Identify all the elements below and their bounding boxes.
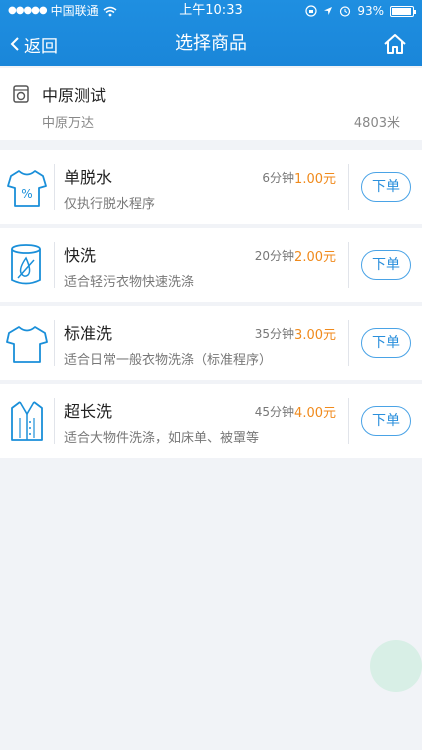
product-name: 标准洗: [64, 324, 113, 343]
list-item: % 单脱水 仅执行脱水程序 6分钟 1.00元 下单: [0, 150, 422, 224]
top-bar: ●●●●● 中国联通 上午10:33 93% 返回 选择商品: [0, 0, 422, 66]
status-bar: ●●●●● 中国联通 上午10:33 93%: [0, 0, 422, 22]
product-desc: 适合日常一般衣物洗涤（标准程序）: [64, 353, 273, 368]
product-desc: 适合大物件洗涤，如床单、被罩等: [64, 431, 260, 446]
product-time: 20分钟: [254, 249, 294, 263]
product-time: 45分钟: [254, 405, 294, 419]
list-item: 超长洗 适合大物件洗涤，如床单、被罩等 45分钟 4.00元 下单: [0, 384, 422, 458]
product-price: 3.00元: [294, 328, 336, 343]
order-button[interactable]: 下单: [361, 406, 411, 436]
product-price: 2.00元: [294, 250, 336, 265]
lock-rotation-icon: [305, 5, 317, 17]
navigation-bar: 返回 选择商品: [0, 22, 422, 66]
product-time: 35分钟: [254, 327, 294, 341]
product-name: 单脱水: [64, 168, 113, 187]
product-name: 快洗: [64, 246, 97, 265]
home-icon[interactable]: [382, 31, 408, 57]
alarm-icon: [340, 6, 351, 17]
product-price: 4.00元: [294, 406, 336, 421]
washing-machine-icon: [13, 85, 29, 103]
battery-percent: 93%: [357, 4, 384, 18]
store-distance: 4803米: [353, 116, 400, 131]
tshirt-percent-icon: %: [7, 170, 47, 207]
tshirt-icon: [6, 326, 48, 363]
store-card: 中原测试 中原万达 4803米: [0, 68, 422, 140]
list-item: 快洗 适合轻污衣物快速洗涤 20分钟 2.00元 下单: [0, 228, 422, 302]
drum-drop-icon: [11, 244, 41, 285]
product-name: 超长洗: [64, 402, 113, 421]
battery-icon: [390, 5, 416, 17]
store-address: 中原万达: [42, 116, 95, 131]
product-desc: 适合轻污衣物快速洗涤: [64, 275, 195, 290]
page-title: 选择商品: [175, 33, 247, 54]
coat-icon: [11, 401, 43, 441]
floating-action-button[interactable]: [370, 640, 422, 692]
svg-text:%: %: [21, 187, 32, 201]
store-name: 中原测试: [42, 86, 107, 105]
product-desc: 仅执行脱水程序: [64, 197, 156, 212]
product-list: % 单脱水 仅执行脱水程序 6分钟 1.00元 下单 快洗 适合轻污衣物快速洗涤…: [0, 150, 422, 462]
product-time: 6分钟: [262, 171, 294, 185]
order-button[interactable]: 下单: [361, 250, 411, 280]
list-item: 标准洗 适合日常一般衣物洗涤（标准程序） 35分钟 3.00元 下单: [0, 306, 422, 380]
order-button[interactable]: 下单: [361, 328, 411, 358]
product-price: 1.00元: [294, 172, 336, 187]
location-icon: [324, 7, 333, 15]
order-button[interactable]: 下单: [361, 172, 411, 202]
